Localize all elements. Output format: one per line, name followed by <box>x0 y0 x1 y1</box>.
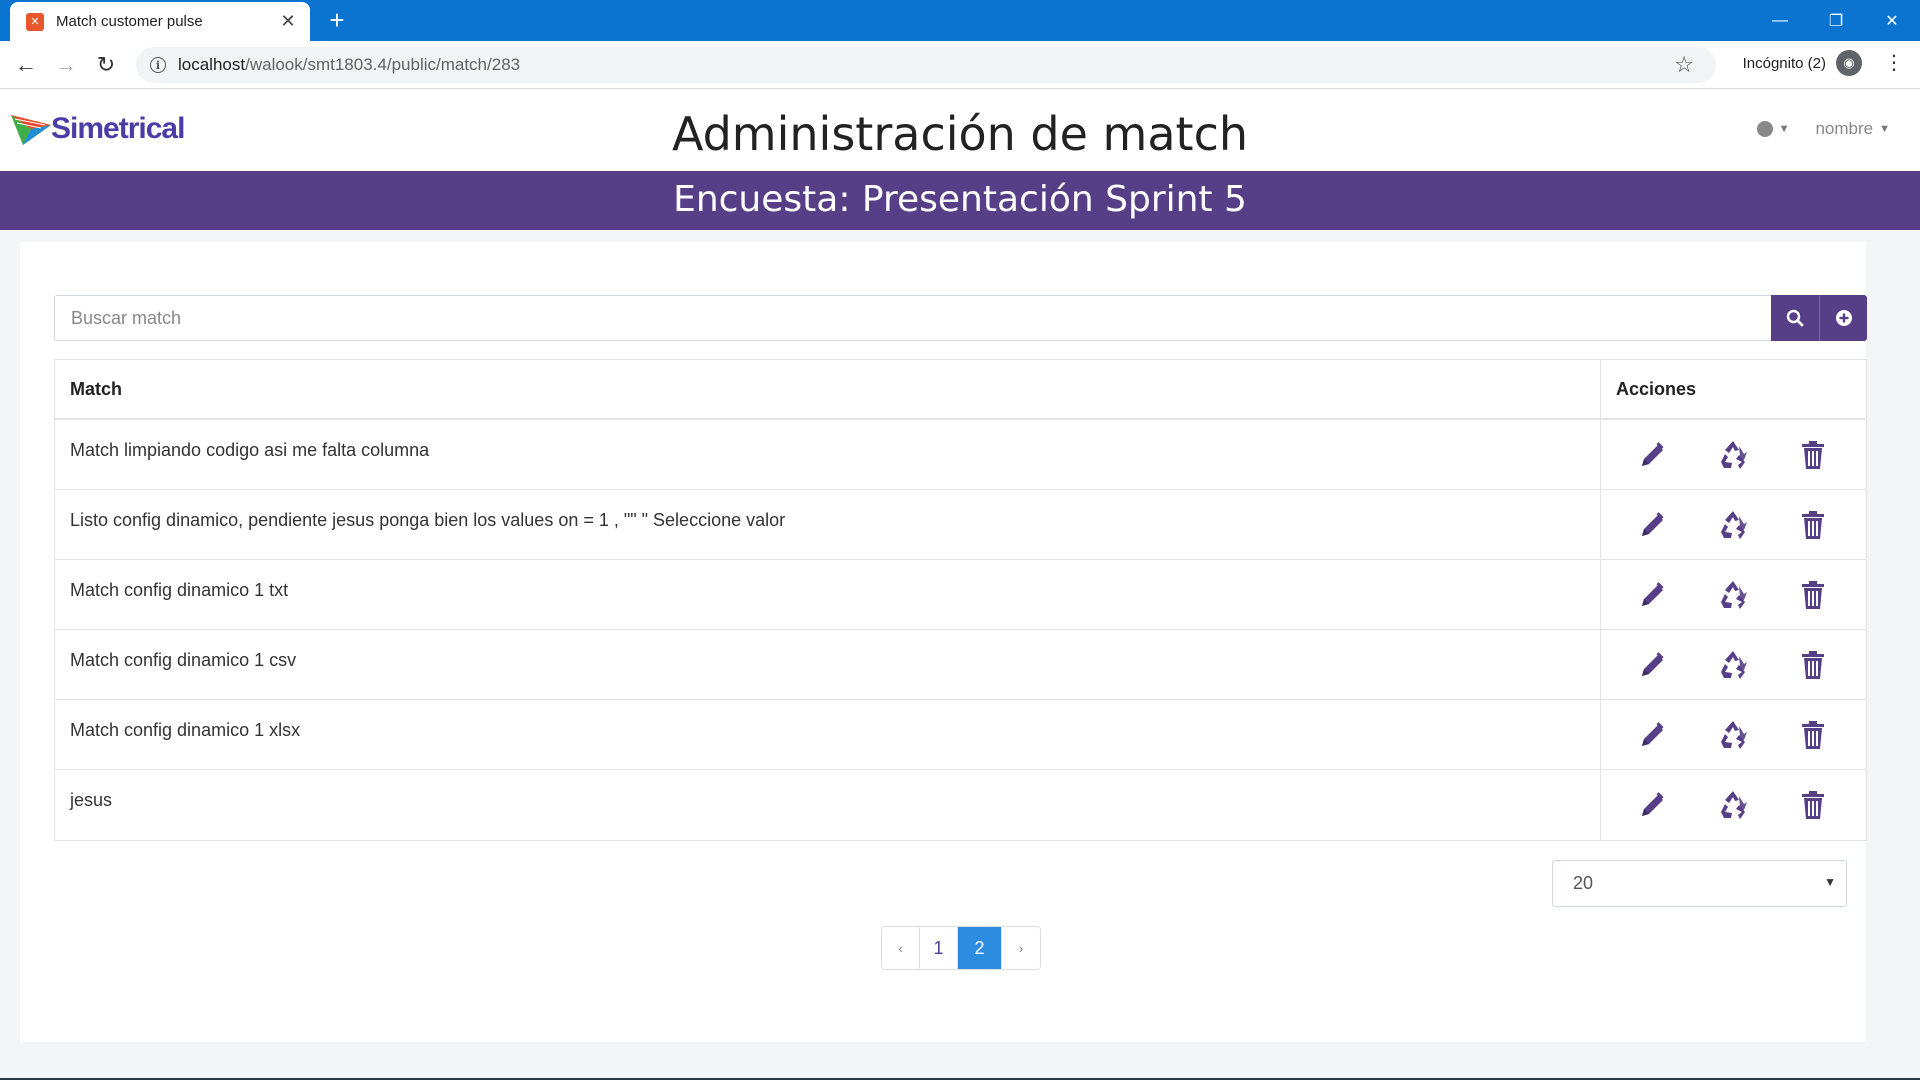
edit-pencil-icon[interactable] <box>1635 787 1671 823</box>
restore-icon[interactable]: ❐ <box>1808 0 1864 41</box>
user-dropdown[interactable]: nombre ▼ <box>1815 119 1890 139</box>
browser-tab-strip: ✕ Match customer pulse ✕ + — ❐ ✕ <box>0 0 1920 41</box>
survey-title: Encuesta: Presentación Sprint 5 <box>673 179 1247 220</box>
tab-title: Match customer pulse <box>56 13 203 30</box>
trash-icon[interactable] <box>1795 717 1831 753</box>
add-match-button[interactable] <box>1819 295 1867 341</box>
row-actions <box>1601 630 1866 699</box>
url-path: /walook/smt1803.4/public/match/283 <box>245 55 521 74</box>
recycle-icon[interactable] <box>1715 647 1751 683</box>
table-row: Match limpiando codigo asi me falta colu… <box>55 420 1866 490</box>
app-header: Simetrical Administración de match ▼ nom… <box>0 89 1920 171</box>
survey-banner: Encuesta: Presentación Sprint 5 <box>0 171 1920 230</box>
incognito-indicator[interactable]: Incógnito (2) ◉ <box>1743 50 1862 76</box>
row-actions <box>1601 770 1866 840</box>
user-name: nombre <box>1815 119 1874 138</box>
bookmark-star-icon[interactable]: ☆ <box>1674 52 1694 78</box>
trash-icon[interactable] <box>1795 507 1831 543</box>
plus-circle-icon <box>1835 310 1852 326</box>
close-window-icon[interactable]: ✕ <box>1864 0 1920 41</box>
edit-pencil-icon[interactable] <box>1635 647 1671 683</box>
recycle-icon[interactable] <box>1715 507 1751 543</box>
table-row: Match config dinamico 1 txt <box>55 560 1866 630</box>
select-caret-icon: ▼ <box>1824 875 1836 889</box>
globe-icon <box>1756 121 1773 137</box>
address-bar[interactable]: i localhost/walook/smt1803.4/public/matc… <box>136 47 1716 83</box>
row-actions <box>1601 700 1866 769</box>
table-body: Match limpiando codigo asi me falta colu… <box>55 420 1866 840</box>
row-actions <box>1601 560 1866 629</box>
match-table: Match Acciones Match limpiando codigo as… <box>54 359 1867 841</box>
search-button[interactable] <box>1771 295 1819 341</box>
site-info-icon[interactable]: i <box>150 57 166 73</box>
match-name: Match config dinamico 1 txt <box>55 560 1601 629</box>
search-input[interactable] <box>54 295 1771 341</box>
match-name: Match config dinamico 1 csv <box>55 630 1601 699</box>
page-button-2[interactable]: 2 <box>958 927 1002 969</box>
prev-page-button[interactable]: ‹ <box>882 927 920 969</box>
trash-icon[interactable] <box>1795 787 1831 823</box>
recycle-icon[interactable] <box>1715 717 1751 753</box>
column-header-match: Match <box>55 360 1601 418</box>
minimize-icon[interactable]: — <box>1752 0 1808 41</box>
incognito-icon: ◉ <box>1836 50 1862 76</box>
new-tab-icon[interactable]: + <box>322 6 352 36</box>
incognito-label: Incógnito (2) <box>1742 54 1826 72</box>
match-name: Listo config dinamico, pendiente jesus p… <box>55 490 1601 559</box>
back-icon[interactable]: ← <box>6 45 46 85</box>
match-name: Match config dinamico 1 xlsx <box>55 700 1601 769</box>
xampp-favicon-icon: ✕ <box>26 12 44 31</box>
pagination: ‹ 1 2 › <box>881 926 1041 970</box>
match-name: Match limpiando codigo asi me falta colu… <box>55 420 1601 489</box>
search-icon <box>1786 309 1804 327</box>
column-header-actions: Acciones <box>1616 378 1697 399</box>
table-header: Match Acciones <box>55 360 1866 420</box>
browser-menu-icon[interactable]: ⋮ <box>1884 50 1904 76</box>
table-row: Match config dinamico 1 csv <box>55 630 1866 700</box>
language-dropdown[interactable]: ▼ <box>1756 121 1790 137</box>
next-page-button[interactable]: › <box>1002 927 1040 969</box>
caret-down-icon: ▼ <box>1879 123 1890 135</box>
page-size-select[interactable]: 20 ▼ <box>1552 860 1847 907</box>
trash-icon[interactable] <box>1795 437 1831 473</box>
window-controls: — ❐ ✕ <box>1752 0 1920 41</box>
recycle-icon[interactable] <box>1715 787 1751 823</box>
match-name: jesus <box>55 770 1601 840</box>
table-row: Listo config dinamico, pendiente jesus p… <box>55 490 1866 560</box>
row-actions <box>1601 420 1866 489</box>
page-size-value: 20 <box>1573 873 1594 893</box>
edit-pencil-icon[interactable] <box>1635 717 1671 753</box>
browser-tab[interactable]: ✕ Match customer pulse ✕ <box>10 2 310 41</box>
page-title: Administración de match <box>671 107 1249 161</box>
edit-pencil-icon[interactable] <box>1635 437 1671 473</box>
edit-pencil-icon[interactable] <box>1635 507 1671 543</box>
trash-icon[interactable] <box>1795 577 1831 613</box>
table-row: jesus <box>55 770 1866 840</box>
caret-down-icon: ▼ <box>1778 123 1790 135</box>
edit-pencil-icon[interactable] <box>1635 577 1671 613</box>
tab-close-icon[interactable]: ✕ <box>278 11 298 32</box>
header-menu: ▼ nombre ▼ <box>1756 119 1890 139</box>
url-host: localhost <box>178 55 246 74</box>
row-actions <box>1601 490 1866 559</box>
search-bar <box>54 295 1867 341</box>
recycle-icon[interactable] <box>1715 577 1751 613</box>
page-button-1[interactable]: 1 <box>920 927 958 969</box>
table-row: Match config dinamico 1 xlsx <box>55 700 1866 770</box>
reload-icon[interactable]: ↻ <box>86 45 126 85</box>
recycle-icon[interactable] <box>1715 437 1751 473</box>
forward-icon[interactable]: → <box>46 45 86 85</box>
main-panel: Match Acciones Match limpiando codigo as… <box>20 242 1867 1042</box>
trash-icon[interactable] <box>1795 647 1831 683</box>
